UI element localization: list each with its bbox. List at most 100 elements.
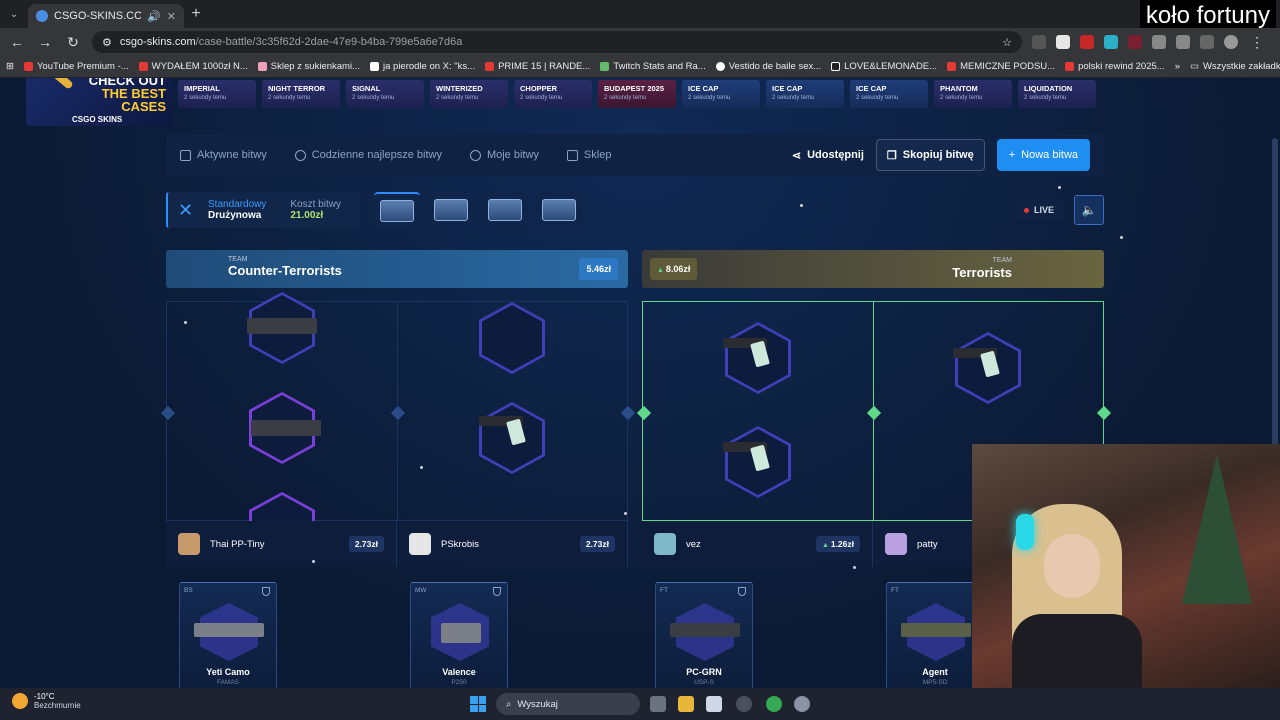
bookmark-item[interactable]: LOVE&LEMONADE... bbox=[831, 61, 937, 72]
snowflake-icon bbox=[853, 566, 856, 569]
ticker-item[interactable]: LIQUIDATION 2 sekundy temu bbox=[1018, 80, 1096, 108]
smg-icon bbox=[901, 623, 971, 637]
snowflake-icon bbox=[1120, 236, 1123, 239]
marker-icon bbox=[866, 405, 882, 421]
store-icon[interactable] bbox=[706, 696, 722, 712]
extension-icon[interactable] bbox=[1080, 35, 1094, 49]
weather-widget[interactable]: -10°C Bezchmurnie bbox=[12, 692, 81, 710]
settings-icon[interactable] bbox=[794, 696, 810, 712]
download-icon[interactable] bbox=[1200, 35, 1214, 49]
url-field[interactable]: ⚙ csgo-skins.com/case-battle/3c35f62d-2d… bbox=[92, 31, 1022, 53]
battle-mode-info: ✕ Standardowy Drużynowa Koszt bitwy 21.00z… bbox=[166, 192, 360, 228]
x-logo-icon bbox=[370, 62, 379, 71]
shield-icon bbox=[738, 587, 746, 596]
nav-daily-best[interactable]: Codzienne najlepsze bitwy bbox=[294, 149, 442, 161]
ticker-item[interactable]: ICE CAP 2 sekundy temu bbox=[850, 80, 928, 108]
new-tab-icon[interactable]: + bbox=[184, 5, 208, 23]
nav-shop[interactable]: Sklep bbox=[566, 149, 611, 161]
snowflake-icon bbox=[1058, 186, 1061, 189]
player-row[interactable]: PSkrobis 2.73zł bbox=[397, 521, 628, 567]
site-info-icon[interactable]: ⚙ bbox=[102, 36, 112, 49]
tab-search-icon[interactable]: ⌄ bbox=[0, 0, 28, 28]
extension-icon[interactable] bbox=[1104, 35, 1118, 49]
chrome-icon[interactable] bbox=[766, 696, 782, 712]
battle-nav: Aktywne bitwy Codzienne najlepsze bitwy … bbox=[166, 134, 1104, 176]
player-row[interactable]: vez 1.26zł bbox=[642, 521, 873, 567]
webcam-overlay bbox=[972, 444, 1280, 688]
new-battle-button[interactable]: + Nowa bitwa bbox=[996, 139, 1090, 171]
ticker-item[interactable]: BUDAPEST 2025 2 sekundy temu bbox=[598, 80, 676, 108]
ticker-item[interactable]: PHANTOM 2 sekundy temu bbox=[934, 80, 1012, 108]
marker-icon bbox=[1096, 405, 1112, 421]
globe-icon bbox=[715, 62, 725, 71]
case-slot[interactable] bbox=[374, 192, 420, 228]
forward-icon[interactable]: → bbox=[36, 34, 54, 50]
christmas-tree bbox=[1182, 454, 1252, 604]
profile-avatar[interactable] bbox=[1224, 35, 1238, 49]
share-button[interactable]: ⋖ Udostępnij bbox=[792, 149, 864, 162]
promo-banner[interactable]: CHECK OUT THE BEST CASES CSGO SKINS bbox=[26, 78, 172, 126]
youtube-icon bbox=[485, 62, 495, 71]
apps-grid-icon[interactable]: ⊞ bbox=[6, 61, 14, 72]
browser-menu-icon[interactable]: ⋮ bbox=[1248, 34, 1266, 51]
browser-tab[interactable]: CSGO-SKINS.COM - Najlep 🔊 ✕ bbox=[28, 4, 184, 28]
bookmark-item[interactable]: PRIME 15 | RANDE... bbox=[485, 61, 590, 72]
copy-icon: ❐ bbox=[886, 149, 897, 162]
item-card[interactable]: FT PC-GRN USP-S bbox=[655, 582, 753, 688]
team-ct-header: TEAM Counter-Terrorists 5.46zł bbox=[166, 250, 628, 288]
nav-my-battles[interactable]: Moje bitwy bbox=[469, 149, 539, 161]
task-view-icon[interactable] bbox=[650, 696, 666, 712]
back-icon[interactable]: ← bbox=[8, 34, 26, 50]
bookmark-item[interactable]: Sklep z sukienkami... bbox=[257, 61, 360, 72]
item-hex bbox=[479, 302, 545, 374]
sound-toggle-button[interactable]: 🔈 bbox=[1074, 195, 1104, 225]
bookmark-star-icon[interactable]: ☆ bbox=[1002, 36, 1012, 49]
extension-icon[interactable] bbox=[1032, 35, 1046, 49]
bookmark-item[interactable]: MEMICZNE PODSU... bbox=[947, 61, 1055, 72]
case-slot[interactable] bbox=[482, 192, 528, 228]
ticker-item[interactable]: IMPERIAL 2 sekundy temu bbox=[178, 80, 256, 108]
ticker-item[interactable]: ICE CAP 2 sekundy temu bbox=[766, 80, 844, 108]
reload-icon[interactable]: ↻ bbox=[64, 34, 82, 51]
file-explorer-icon[interactable] bbox=[678, 696, 694, 712]
app-icon[interactable] bbox=[736, 696, 752, 712]
ticker-item[interactable]: NIGHT TERROR 2 sekundy temu bbox=[262, 80, 340, 108]
taskbar-search[interactable]: ⌕ Wyszukaj bbox=[496, 693, 640, 715]
copy-battle-button[interactable]: ❐ Skopiuj bitwę bbox=[875, 139, 985, 171]
team-ct-score: 5.46zł bbox=[579, 258, 618, 280]
tab-close-icon[interactable]: ✕ bbox=[167, 10, 176, 23]
case-icon bbox=[542, 199, 576, 221]
nav-active-battles[interactable]: Aktywne bitwy bbox=[180, 149, 267, 161]
weather-icon bbox=[12, 693, 28, 709]
case-slot[interactable] bbox=[536, 192, 582, 228]
extension-icon[interactable] bbox=[1056, 35, 1070, 49]
more-bookmarks-icon[interactable]: » bbox=[1175, 61, 1180, 72]
pistol-icon bbox=[670, 623, 740, 637]
snowflake-icon bbox=[184, 321, 187, 324]
extensions-puzzle-icon[interactable] bbox=[1152, 35, 1166, 49]
case-slot[interactable] bbox=[428, 192, 474, 228]
bookmark-item[interactable]: YouTube Premium -... bbox=[23, 61, 129, 72]
ticker-item[interactable]: SIGNAL 2 sekundy temu bbox=[346, 80, 424, 108]
item-card[interactable]: BS Yeti Camo FAMAS bbox=[179, 582, 277, 688]
all-bookmarks-folder[interactable]: ▭ Wszystkie zakładki bbox=[1190, 61, 1280, 72]
start-button[interactable] bbox=[470, 696, 486, 712]
item-card[interactable]: FT Agent MP5-SD bbox=[886, 582, 984, 688]
ticker-item[interactable]: WINTERIZED 2 sekundy temu bbox=[430, 80, 508, 108]
item-card[interactable]: MW Valence P250 bbox=[410, 582, 508, 688]
extension-icon[interactable] bbox=[1128, 35, 1142, 49]
revolver-icon bbox=[723, 332, 781, 366]
reading-list-icon[interactable] bbox=[1176, 35, 1190, 49]
tab-audio-icon[interactable]: 🔊 bbox=[147, 10, 161, 23]
ticker-item[interactable]: ICE CAP 2 sekundy temu bbox=[682, 80, 760, 108]
url-path: /case-battle/3c35f62d-2dae-47e9-b4ba-799… bbox=[195, 36, 463, 48]
bookmark-item[interactable]: polski rewind 2025... bbox=[1065, 61, 1165, 72]
bookmark-item[interactable]: WYDAŁEM 1000zł N... bbox=[138, 61, 248, 72]
player-row[interactable]: Thai PP-Tiny 2.73zł bbox=[166, 521, 397, 567]
bookmark-item[interactable]: Twitch Stats and Ra... bbox=[600, 61, 706, 72]
recent-drops-ticker: IMPERIAL 2 sekundy temu NIGHT TERROR 2 sek… bbox=[0, 78, 1280, 112]
bookmark-item[interactable]: Vestido de baile sex... bbox=[715, 61, 821, 72]
bookmark-item[interactable]: ja pierodle on X: "ks... bbox=[370, 61, 475, 72]
browser-tab-bar: ⌄ CSGO-SKINS.COM - Najlep 🔊 ✕ + bbox=[0, 0, 1280, 28]
ticker-item[interactable]: CHOPPER 2 sekundy temu bbox=[514, 80, 592, 108]
